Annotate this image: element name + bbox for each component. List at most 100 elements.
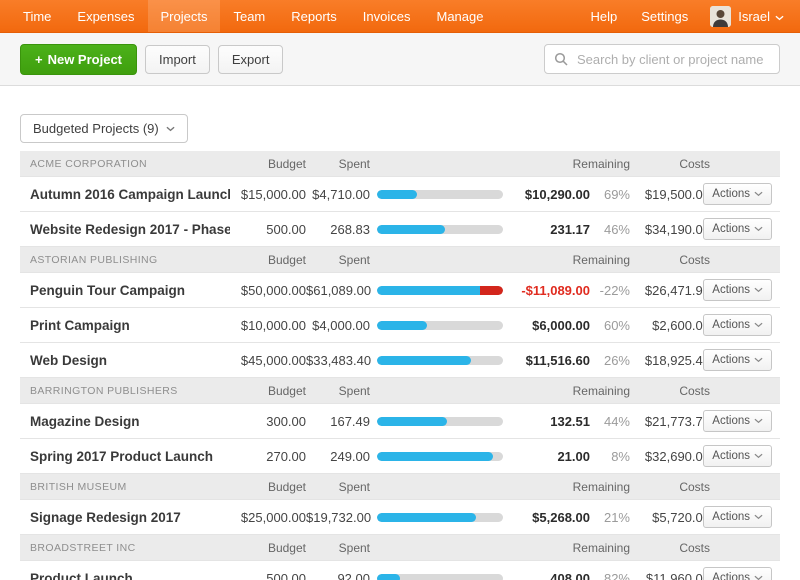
actions-button[interactable]: Actions bbox=[703, 506, 772, 528]
nav-tab-expenses[interactable]: Expenses bbox=[64, 0, 147, 32]
actions-button[interactable]: Actions bbox=[703, 410, 772, 432]
nav-tabs: TimeExpensesProjectsTeamReportsInvoicesM… bbox=[0, 0, 496, 32]
actions-button[interactable]: Actions bbox=[703, 218, 772, 240]
search-box[interactable] bbox=[544, 44, 780, 74]
nav-tab-projects[interactable]: Projects bbox=[148, 0, 221, 32]
column-header-remaining: Remaining bbox=[510, 253, 630, 267]
budget-progress-bar bbox=[377, 574, 503, 580]
budget-progress-cell bbox=[370, 417, 510, 426]
client-section-header: BARRINGTON PUBLISHERSBudgetSpentRemainin… bbox=[20, 378, 780, 404]
column-header-spent: Spent bbox=[306, 384, 370, 398]
project-name[interactable]: Signage Redesign 2017 bbox=[30, 510, 230, 525]
project-name[interactable]: Spring 2017 Product Launch bbox=[30, 449, 230, 464]
project-name[interactable]: Magazine Design bbox=[30, 414, 230, 429]
budgeted-projects-filter[interactable]: Budgeted Projects (9) bbox=[20, 114, 188, 143]
chevron-down-icon bbox=[750, 572, 763, 580]
budget-progress-bar bbox=[377, 417, 503, 426]
project-row: Autumn 2016 Campaign Launch$15,000.00$4,… bbox=[20, 177, 780, 212]
chevron-down-icon bbox=[750, 319, 763, 331]
project-name[interactable]: Product Launch bbox=[30, 571, 230, 580]
actions-button[interactable]: Actions bbox=[703, 349, 772, 371]
settings-link[interactable]: Settings bbox=[629, 9, 700, 24]
project-name[interactable]: Web Design bbox=[30, 353, 230, 368]
app-window: TimeExpensesProjectsTeamReportsInvoicesM… bbox=[0, 0, 800, 580]
project-name[interactable]: Print Campaign bbox=[30, 318, 230, 333]
chevron-down-icon bbox=[775, 9, 784, 24]
actions-button[interactable]: Actions bbox=[703, 314, 772, 336]
budget-progress-bar bbox=[377, 190, 503, 199]
search-input[interactable] bbox=[575, 51, 770, 68]
actions-cell: Actions bbox=[710, 506, 772, 528]
top-navigation: TimeExpensesProjectsTeamReportsInvoicesM… bbox=[0, 0, 800, 33]
actions-cell: Actions bbox=[710, 349, 772, 371]
user-menu[interactable]: Israel bbox=[700, 6, 784, 27]
remaining-value: $5,268.00 bbox=[510, 510, 590, 525]
costs-value: $19,500.00 bbox=[630, 187, 710, 202]
actions-button[interactable]: Actions bbox=[703, 445, 772, 467]
export-button[interactable]: Export bbox=[218, 45, 284, 74]
progress-fill bbox=[377, 574, 400, 580]
actions-cell: Actions bbox=[710, 410, 772, 432]
nav-tab-time[interactable]: Time bbox=[10, 0, 64, 32]
actions-button[interactable]: Actions bbox=[703, 279, 772, 301]
user-name: Israel bbox=[738, 9, 770, 24]
project-row: Product Launch500.0092.00408.0082%$11,96… bbox=[20, 561, 780, 580]
progress-fill bbox=[377, 417, 447, 426]
project-row: Signage Redesign 2017$25,000.00$19,732.0… bbox=[20, 500, 780, 535]
spent-value: $61,089.00 bbox=[306, 283, 370, 298]
client-name: ASTORIAN PUBLISHING bbox=[30, 254, 230, 266]
budget-value: 270.00 bbox=[230, 449, 306, 464]
project-name[interactable]: Autumn 2016 Campaign Launch bbox=[30, 187, 230, 202]
budget-progress-bar bbox=[377, 513, 503, 522]
column-header-remaining: Remaining bbox=[510, 480, 630, 494]
actions-button-label: Actions bbox=[712, 223, 750, 235]
nav-tab-reports[interactable]: Reports bbox=[278, 0, 350, 32]
chevron-down-icon bbox=[750, 223, 763, 235]
spent-value: $33,483.40 bbox=[306, 353, 370, 368]
search-icon bbox=[554, 52, 568, 66]
column-header-costs: Costs bbox=[630, 480, 710, 494]
budget-progress-cell bbox=[370, 321, 510, 330]
actions-cell: Actions bbox=[710, 445, 772, 467]
progress-fill bbox=[377, 190, 417, 199]
column-header-spent: Spent bbox=[306, 541, 370, 555]
costs-value: $26,471.90 bbox=[630, 283, 710, 298]
client-section-header: ACME CORPORATIONBudgetSpentRemainingCost… bbox=[20, 151, 780, 177]
project-row: Web Design$45,000.00$33,483.40$11,516.60… bbox=[20, 343, 780, 378]
progress-overrun bbox=[480, 286, 503, 295]
import-button[interactable]: Import bbox=[145, 45, 210, 74]
budget-progress-bar bbox=[377, 356, 503, 365]
new-project-button[interactable]: +New Project bbox=[20, 44, 137, 75]
actions-button[interactable]: Actions bbox=[703, 183, 772, 205]
actions-button-label: Actions bbox=[712, 511, 750, 523]
chevron-down-icon bbox=[750, 284, 763, 296]
column-header-costs: Costs bbox=[630, 541, 710, 555]
chevron-down-icon bbox=[750, 511, 763, 523]
nav-tab-manage[interactable]: Manage bbox=[424, 0, 497, 32]
column-header-remaining: Remaining bbox=[510, 541, 630, 555]
plus-icon: + bbox=[35, 52, 43, 67]
actions-button-label: Actions bbox=[712, 319, 750, 331]
nav-tab-team[interactable]: Team bbox=[220, 0, 278, 32]
project-row: Spring 2017 Product Launch270.00249.0021… bbox=[20, 439, 780, 474]
actions-cell: Actions bbox=[710, 218, 772, 240]
actions-cell: Actions bbox=[710, 314, 772, 336]
remaining-percent: 44% bbox=[590, 414, 630, 429]
avatar bbox=[710, 6, 731, 27]
client-section-header: BROADSTREET INCBudgetSpentRemainingCosts bbox=[20, 535, 780, 561]
budget-progress-bar bbox=[377, 225, 503, 234]
projects-table: ACME CORPORATIONBudgetSpentRemainingCost… bbox=[20, 151, 780, 580]
actions-button-label: Actions bbox=[712, 354, 750, 366]
column-header-remaining: Remaining bbox=[510, 384, 630, 398]
project-name[interactable]: Penguin Tour Campaign bbox=[30, 283, 230, 298]
spent-value: $19,732.00 bbox=[306, 510, 370, 525]
nav-tab-invoices[interactable]: Invoices bbox=[350, 0, 424, 32]
column-header-spent: Spent bbox=[306, 480, 370, 494]
costs-value: $21,773.70 bbox=[630, 414, 710, 429]
actions-button[interactable]: Actions bbox=[703, 567, 772, 580]
help-link[interactable]: Help bbox=[578, 9, 629, 24]
remaining-percent: 21% bbox=[590, 510, 630, 525]
nav-right: Help Settings Israel bbox=[578, 0, 800, 32]
remaining-value: 231.17 bbox=[510, 222, 590, 237]
project-name[interactable]: Website Redesign 2017 - Phase 1 bbox=[30, 222, 230, 237]
